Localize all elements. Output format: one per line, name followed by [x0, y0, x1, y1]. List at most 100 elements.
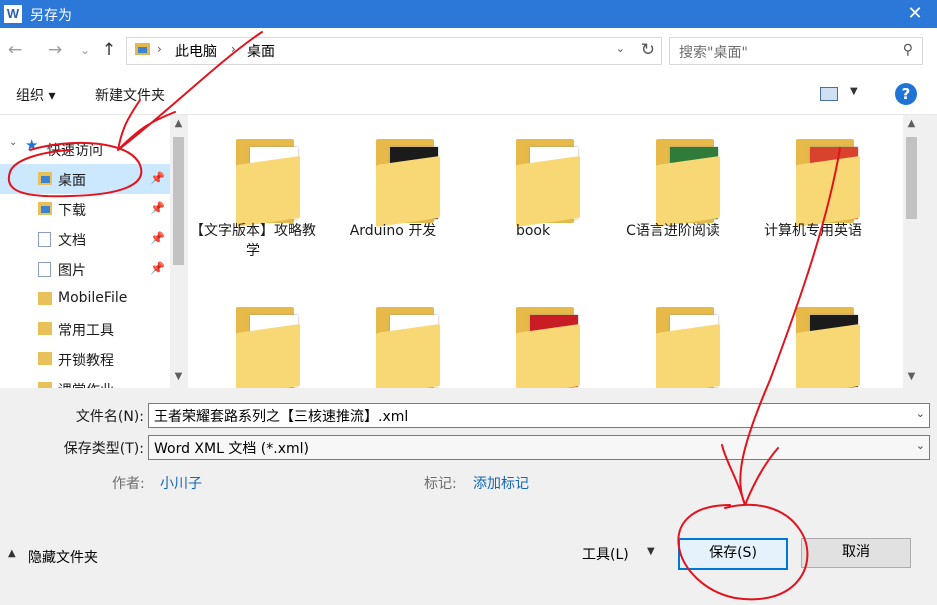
- sidebar-item-pictures[interactable]: 图片 📌: [0, 254, 170, 284]
- chevron-down-icon[interactable]: ▼: [850, 86, 858, 97]
- file-item-label: 计算机专用英语: [764, 223, 862, 239]
- search-input[interactable]: 搜索"桌面": [679, 42, 748, 62]
- pictures-folder-icon: [38, 262, 51, 277]
- sidebar-item-label: 图片: [58, 263, 86, 279]
- add-tags-link[interactable]: 添加标记: [473, 473, 529, 493]
- file-item[interactable]: [608, 283, 738, 388]
- file-item[interactable]: [188, 283, 318, 388]
- title-bar: W 另存为 ✕: [0, 0, 937, 28]
- close-button[interactable]: ✕: [893, 0, 937, 28]
- search-box[interactable]: 搜索"桌面" ⚲: [669, 37, 923, 65]
- sidebar-item-unlock-tutorial[interactable]: 开锁教程: [0, 344, 170, 374]
- folder-icon: [376, 307, 444, 388]
- folder-icon: [38, 322, 52, 335]
- organize-menu-button[interactable]: 组织 ▾: [16, 85, 55, 105]
- file-item[interactable]: book: [468, 115, 598, 265]
- command-bar: 组织 ▾ 新建文件夹 ▼ ?: [0, 74, 937, 115]
- sidebar-item-label: 下载: [58, 203, 86, 219]
- folder-icon: [376, 139, 444, 227]
- folder-icon: [38, 382, 52, 388]
- save-button[interactable]: 保存(S): [678, 538, 788, 570]
- hide-folders-button[interactable]: 隐藏文件夹: [28, 547, 98, 567]
- filename-input[interactable]: 王者荣耀套路系列之【三核速推流】.xml: [154, 406, 408, 426]
- scroll-up-arrow-icon[interactable]: ▲: [170, 118, 187, 129]
- download-folder-icon: [38, 202, 52, 215]
- sidebar-item-common-tools[interactable]: 常用工具: [0, 314, 170, 344]
- sidebar-item-desktop[interactable]: 桌面 📌: [0, 164, 170, 194]
- sidebar-item-homework[interactable]: 课堂作业: [0, 374, 170, 388]
- sidebar-item-downloads[interactable]: 下载 📌: [0, 194, 170, 224]
- chevron-down-icon[interactable]: ⌄: [616, 42, 625, 55]
- file-list-pane: 【文字版本】攻略教学 Arduino 开发 book C语言进阶阅读 计算机专用英语 ▲…: [188, 115, 920, 388]
- navigation-bar: ← → ⌄ ↑ › 此电脑 › 桌面 ⌄ ↻ 搜索"桌面" ⚲: [0, 28, 937, 74]
- sidebar-item-documents[interactable]: 文档 📌: [0, 224, 170, 254]
- filename-field[interactable]: 王者荣耀套路系列之【三核速推流】.xml ⌄: [148, 403, 930, 428]
- pin-icon: 📌: [150, 231, 165, 245]
- collapse-chevron-icon[interactable]: ⌄: [9, 137, 17, 148]
- folder-icon: [796, 139, 864, 227]
- folder-icon: [796, 307, 864, 388]
- file-item[interactable]: 【文字版本】攻略教学: [188, 115, 318, 265]
- folder-icon: [656, 139, 724, 227]
- author-label: 作者:: [112, 476, 145, 492]
- up-button[interactable]: ↑: [98, 36, 120, 64]
- chevron-right-icon: ›: [231, 42, 236, 56]
- chevron-down-icon[interactable]: ⌄: [916, 439, 925, 452]
- file-item[interactable]: [468, 283, 598, 388]
- sidebar-item-mobilefile[interactable]: MobileFile: [0, 284, 170, 314]
- file-item-label: C语言进阶阅读: [626, 223, 720, 239]
- new-folder-button[interactable]: 新建文件夹: [95, 85, 165, 105]
- star-icon: ★: [25, 136, 39, 154]
- file-item[interactable]: [328, 283, 458, 388]
- sidebar-item-label: 开锁教程: [58, 353, 114, 369]
- scrollbar-thumb[interactable]: [906, 137, 917, 219]
- back-button[interactable]: ←: [4, 36, 26, 64]
- view-options-icon[interactable]: [820, 87, 838, 101]
- folder-icon: [38, 292, 52, 305]
- window-title: 另存为: [30, 8, 72, 24]
- folder-icon: [656, 307, 724, 388]
- scroll-down-arrow-icon[interactable]: ▼: [903, 371, 920, 382]
- recent-locations-button[interactable]: ⌄: [74, 36, 96, 64]
- file-item[interactable]: [748, 283, 878, 388]
- author-value[interactable]: 小川子: [160, 473, 202, 493]
- tools-menu-button[interactable]: 工具(L): [582, 544, 629, 564]
- breadcrumb-this-pc[interactable]: 此电脑: [175, 41, 217, 61]
- refresh-icon[interactable]: ↻: [641, 40, 655, 60]
- sidebar-item-label: 课堂作业: [58, 380, 114, 388]
- folder-icon: [516, 139, 584, 227]
- chevron-down-icon[interactable]: ⌄: [916, 407, 925, 420]
- address-bar[interactable]: › 此电脑 › 桌面 ⌄ ↻: [126, 37, 662, 65]
- file-item-label: book: [515, 223, 551, 239]
- file-list-scrollbar[interactable]: ▲ ▼: [903, 115, 920, 388]
- folder-icon: [38, 352, 52, 365]
- scrollbar-thumb[interactable]: [173, 137, 184, 265]
- chevron-down-icon[interactable]: ▼: [647, 546, 655, 557]
- breadcrumb-desktop[interactable]: 桌面: [247, 41, 275, 61]
- filetype-select[interactable]: Word XML 文档 (*.xml) ⌄: [148, 435, 930, 460]
- folder-icon: [236, 139, 304, 227]
- cancel-button[interactable]: 取消: [801, 538, 911, 568]
- quick-access-heading[interactable]: 快速访问: [47, 140, 103, 160]
- chevron-up-icon[interactable]: ▲: [8, 548, 16, 559]
- tags-label: 标记:: [424, 476, 457, 492]
- word-app-icon: W: [4, 5, 22, 23]
- scroll-down-arrow-icon[interactable]: ▼: [170, 371, 187, 382]
- search-icon[interactable]: ⚲: [903, 42, 913, 58]
- folder-icon: [236, 307, 304, 388]
- forward-button[interactable]: →: [44, 36, 66, 64]
- file-item[interactable]: Arduino 开发: [328, 115, 458, 265]
- navigation-pane-scrollbar[interactable]: ▲ ▼: [170, 115, 187, 388]
- file-item-label: 【文字版本】攻略教学: [190, 223, 316, 259]
- filetype-selected-value[interactable]: Word XML 文档 (*.xml): [154, 438, 309, 458]
- scroll-up-arrow-icon[interactable]: ▲: [903, 118, 920, 129]
- folder-icon: [516, 307, 584, 388]
- file-item[interactable]: 计算机专用英语: [748, 115, 878, 265]
- sidebar-item-label: MobileFile: [58, 290, 128, 306]
- file-item[interactable]: C语言进阶阅读: [608, 115, 738, 265]
- help-button[interactable]: ?: [895, 83, 917, 105]
- chevron-right-icon: ›: [157, 42, 162, 56]
- filetype-label: 保存类型(T):: [63, 441, 144, 457]
- sidebar-item-label: 文档: [58, 233, 86, 249]
- desktop-folder-icon: [38, 172, 52, 185]
